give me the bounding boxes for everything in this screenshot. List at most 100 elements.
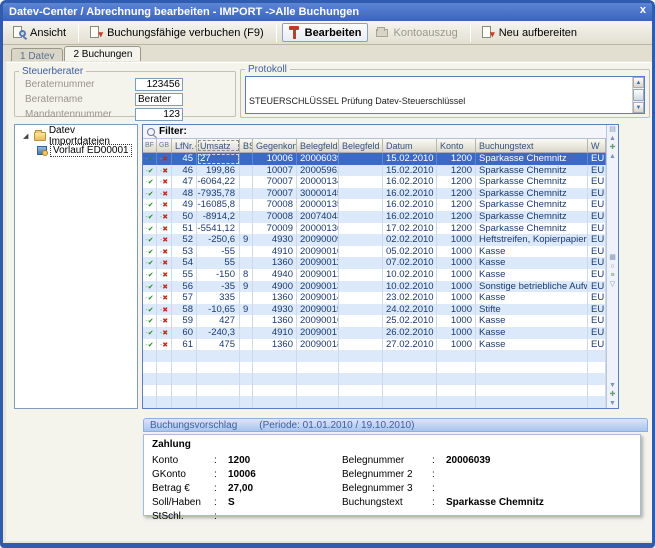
beraternummer-field[interactable]: 123456	[135, 78, 183, 91]
cell-w: EU	[588, 153, 606, 165]
row-up-icon[interactable]: ✚	[610, 143, 616, 152]
cell-datum: 25.02.2010 /Do	[383, 315, 437, 327]
cell-umsatz: -16085,8	[197, 199, 240, 211]
column-header-gb[interactable]: GB	[157, 139, 172, 152]
column-header-bs[interactable]: BS	[240, 139, 253, 152]
column-header-w[interactable]: W	[588, 139, 606, 152]
tab-datev[interactable]: 1 Datev	[11, 48, 63, 61]
empty-cell	[240, 362, 253, 374]
cell-datum: 17.02.2010 /Mi	[383, 223, 437, 235]
cell-beleg2	[339, 246, 383, 258]
scroll-bottom-icon[interactable]: ▼	[609, 399, 616, 408]
table-row[interactable]: -✔-✖60-240,349102009001726.02.2010 /Fr10…	[143, 327, 606, 339]
close-button[interactable]: x	[640, 4, 646, 16]
empty-cell	[476, 396, 588, 408]
table-row[interactable]: -✔-✖56-35949002009001310.02.2010 /Mi1000…	[143, 281, 606, 293]
column-chooser-icon[interactable]: ▦	[609, 253, 616, 262]
scroll-up-icon[interactable]: ▲	[633, 77, 644, 88]
belegnummer-value: 20006039	[446, 455, 491, 466]
table-row[interactable]: -✔-✖6147513602009001827.02.2010 /Sa1000K…	[143, 339, 606, 351]
cell-umsatz: -35	[197, 281, 240, 293]
sum-icon[interactable]: ≡	[610, 271, 614, 280]
bearbeiten-button[interactable]: Bearbeiten	[282, 23, 369, 42]
column-header-datum[interactable]: Datum	[383, 139, 437, 152]
table-row[interactable]: -✔-✖545513602009001107.02.2010 /So1000Ka…	[143, 257, 606, 269]
row-down-icon[interactable]: ✚	[610, 390, 616, 399]
column-header-konto[interactable]: Konto	[437, 139, 476, 152]
column-header-gegenkonto[interactable]: Gegenkonto	[253, 139, 297, 152]
cell-nr: 51	[172, 223, 197, 235]
posted-check-icon: -✔	[143, 257, 157, 269]
table-row[interactable]: -✔-✖5733513602009001423.02.2010 /Di1000K…	[143, 292, 606, 304]
table-row[interactable]: -✔-✖4527100062000603915.02.2010 /Mo1200S…	[143, 153, 606, 165]
empty-cell	[157, 373, 172, 385]
error-cross-icon: -✖	[157, 188, 172, 200]
table-row[interactable]: -✔-✖52-250,6949302009000902.02.2010 /Di1…	[143, 234, 606, 246]
error-cross-icon: -✖	[157, 315, 172, 327]
cell-w: EU	[588, 234, 606, 246]
table-row[interactable]: -✔-✖48-7935,78700073000014516.02.2010 /D…	[143, 188, 606, 200]
table-row[interactable]: -✔-✖46199,86100072000596115.02.2010 /Mo1…	[143, 165, 606, 177]
cell-text: Kasse	[476, 257, 588, 269]
table-row[interactable]: -✔-✖55-150849402009001210.02.2010 /Mi100…	[143, 269, 606, 281]
search-icon[interactable]: ○	[610, 262, 614, 271]
column-header-buchungstext[interactable]: Buchungstext	[476, 139, 588, 152]
kontoauszug-label: Kontoauszug	[393, 27, 457, 39]
table-row[interactable]: -✔-✖47-6064,22700072000013416.02.2010 /D…	[143, 176, 606, 188]
tree-item-vorlauf[interactable]: Vorlauf ED00001	[15, 143, 137, 157]
ansicht-button[interactable]: Ansicht	[7, 23, 73, 42]
print-icon[interactable]: ▤	[609, 125, 616, 134]
table-row[interactable]: -✔-✖58-10,65949302009001524.02.2010 /Mi1…	[143, 304, 606, 316]
scroll-down-icon[interactable]: ▼	[633, 102, 644, 113]
empty-cell	[297, 350, 339, 362]
tree-root-item[interactable]: ◢ Datev Importdateien	[15, 129, 137, 143]
empty-cell	[476, 362, 588, 374]
mandantennummer-field[interactable]: 123	[135, 108, 183, 121]
tab-buchungen[interactable]: 2 Buchungen	[64, 46, 141, 61]
empty-cell	[143, 362, 157, 374]
scroll-top-icon[interactable]: ▲	[609, 134, 616, 143]
scrollbar-thumb[interactable]	[633, 89, 644, 101]
table-row[interactable]: -✔-✖50-8914,2700082007404316.02.2010 /Di…	[143, 211, 606, 223]
empty-cell	[588, 385, 606, 397]
beratername-label: Beratername	[25, 94, 135, 105]
cell-nr: 46	[172, 165, 197, 177]
filter-row[interactable]: Filter:	[143, 125, 618, 139]
posted-check-icon: -✔	[143, 188, 157, 200]
scroll-down-icon[interactable]: ▼	[609, 381, 616, 390]
kontoauszug-button[interactable]: Kontoauszug	[370, 23, 464, 42]
neu-aufbereiten-button[interactable]: ▾ Neu aufbereiten	[476, 23, 584, 42]
verbuchen-button[interactable]: ▾ Buchungsfähige verbuchen (F9)	[84, 23, 271, 42]
empty-cell	[240, 385, 253, 397]
scroll-up-icon[interactable]: ▲	[609, 152, 616, 161]
cell-beleg1: 20090012	[297, 269, 339, 281]
cell-nr: 57	[172, 292, 197, 304]
column-header-bf[interactable]: BF	[143, 139, 157, 152]
belegnummer-label: Belegnummer	[342, 455, 432, 466]
titlebar[interactable]: Datev-Center / Abrechnung bearbeiten - I…	[3, 3, 652, 21]
expander-icon[interactable]: ◢	[23, 132, 31, 140]
error-cross-icon: -✖	[157, 165, 172, 177]
cell-umsatz: 475	[197, 339, 240, 351]
table-row[interactable]: -✔-✖5942713602009001625.02.2010 /Do1000K…	[143, 315, 606, 327]
cell-bs	[240, 257, 253, 269]
soll-haben-value: S	[228, 497, 235, 508]
filter-funnel-icon[interactable]: ▽	[610, 280, 615, 289]
beratername-field[interactable]: Berater	[135, 93, 183, 106]
window-title: Datev-Center / Abrechnung bearbeiten - I…	[9, 6, 359, 18]
empty-cell	[339, 362, 383, 374]
cell-w: EU	[588, 281, 606, 293]
column-header-lfnr-[interactable]: LfNr.▴	[172, 139, 197, 152]
cell-konto: 1000	[437, 327, 476, 339]
protokoll-scrollbar[interactable]: ▲ ▼	[632, 77, 644, 113]
cell-umsatz: -150	[197, 269, 240, 281]
column-header-belegfeld-1[interactable]: Belegfeld 1	[297, 139, 339, 152]
cell-konto: 1200	[437, 176, 476, 188]
column-header-belegfeld-2[interactable]: Belegfeld 2	[339, 139, 383, 152]
table-row[interactable]: -✔-✖53-5549102009001005.02.2010 /Fr1000K…	[143, 246, 606, 258]
table-row[interactable]: -✔-✖49-16085,8700082000013516.02.2010 /D…	[143, 199, 606, 211]
cell-konto: 1000	[437, 292, 476, 304]
column-header-umsatz[interactable]: Umsatz	[197, 139, 240, 152]
table-row[interactable]: -✔-✖51-5541,12700092000013617.02.2010 /M…	[143, 223, 606, 235]
protokoll-textarea[interactable]: STEUERSCHLÜSSEL Prüfung Datev-Steuerschl…	[245, 76, 645, 114]
